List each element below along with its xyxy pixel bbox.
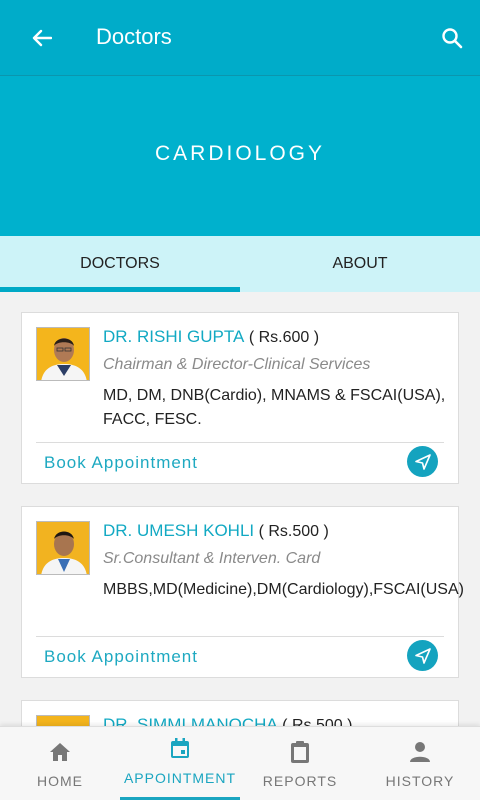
doctor-designation: Sr.Consultant & Interven. Card — [103, 550, 321, 567]
nav-label: APPOINTMENT — [123, 770, 237, 786]
clipboard-icon — [288, 739, 312, 765]
nav-history[interactable]: HISTORY — [360, 727, 480, 800]
doctor-fee: ( Rs.500 ) — [277, 717, 353, 726]
search-icon[interactable] — [436, 22, 468, 54]
doctor-card[interactable]: DR. UMESH KOHLI ( Rs.500 ) Sr.Consultant… — [21, 506, 464, 678]
calendar-icon — [168, 735, 192, 761]
doctor-card[interactable]: DR. RISHI GUPTA ( Rs.600 ) Chairman & Di… — [21, 312, 459, 484]
doctor-name: DR. UMESH KOHLI — [103, 521, 255, 540]
tab-doctors[interactable]: DOCTORS — [0, 236, 240, 292]
doctor-name-row: DR. UMESH KOHLI ( Rs.500 ) — [103, 521, 448, 541]
nav-appointment[interactable]: APPOINTMENT — [120, 727, 240, 800]
doctor-name: DR. RISHI GUPTA — [103, 327, 245, 346]
doctor-designation: Chairman & Director-Clinical Services — [103, 356, 371, 373]
doctor-card[interactable]: DR. SIMMI MANOCHA ( Rs.500 ) — [21, 700, 459, 726]
doctor-fee: ( Rs.600 ) — [244, 329, 320, 346]
nav-label: REPORTS — [262, 773, 338, 789]
doctor-photo — [36, 715, 90, 726]
send-icon[interactable] — [407, 446, 438, 477]
book-appointment-link[interactable]: Book Appointment — [44, 647, 198, 667]
card-divider — [36, 636, 444, 637]
page-title: Doctors — [96, 24, 172, 49]
tab-about[interactable]: ABOUT — [240, 236, 480, 292]
doctor-qualifications: MD, DM, DNB(Cardio), MNAMS & FSCAI(USA),… — [103, 387, 446, 428]
bottom-navigation: HOME APPOINTMENT REPORTS HISTORY — [0, 726, 480, 800]
card-divider — [36, 442, 444, 443]
nav-label: HISTORY — [385, 773, 455, 789]
nav-home[interactable]: HOME — [0, 727, 120, 800]
department-title: CARDIOLOGY — [154, 142, 326, 165]
tab-bar: DOCTORS ABOUT — [0, 236, 480, 292]
doctor-qualifications: MBBS,MD(Medicine),DM(Cardiology),FSCAI(U… — [103, 581, 464, 598]
doctor-list[interactable]: DR. RISHI GUPTA ( Rs.600 ) Chairman & Di… — [0, 292, 480, 726]
app-bar: Doctors — [0, 0, 480, 76]
nav-label: HOME — [37, 773, 83, 789]
doctor-name: DR. SIMMI MANOCHA — [103, 715, 278, 726]
doctor-photo — [36, 327, 90, 381]
doctor-name-row: DR. RISHI GUPTA ( Rs.600 ) — [103, 327, 448, 347]
doctor-name-row: DR. SIMMI MANOCHA ( Rs.500 ) — [103, 715, 448, 726]
book-appointment-link[interactable]: Book Appointment — [44, 453, 198, 473]
nav-reports[interactable]: REPORTS — [240, 727, 360, 800]
doctor-photo — [36, 521, 90, 575]
department-header: CARDIOLOGY — [0, 76, 480, 236]
doctor-fee: ( Rs.500 ) — [254, 523, 329, 540]
person-icon — [408, 739, 432, 765]
home-icon — [48, 739, 72, 765]
back-arrow-icon[interactable] — [28, 22, 56, 54]
send-icon[interactable] — [407, 640, 438, 671]
